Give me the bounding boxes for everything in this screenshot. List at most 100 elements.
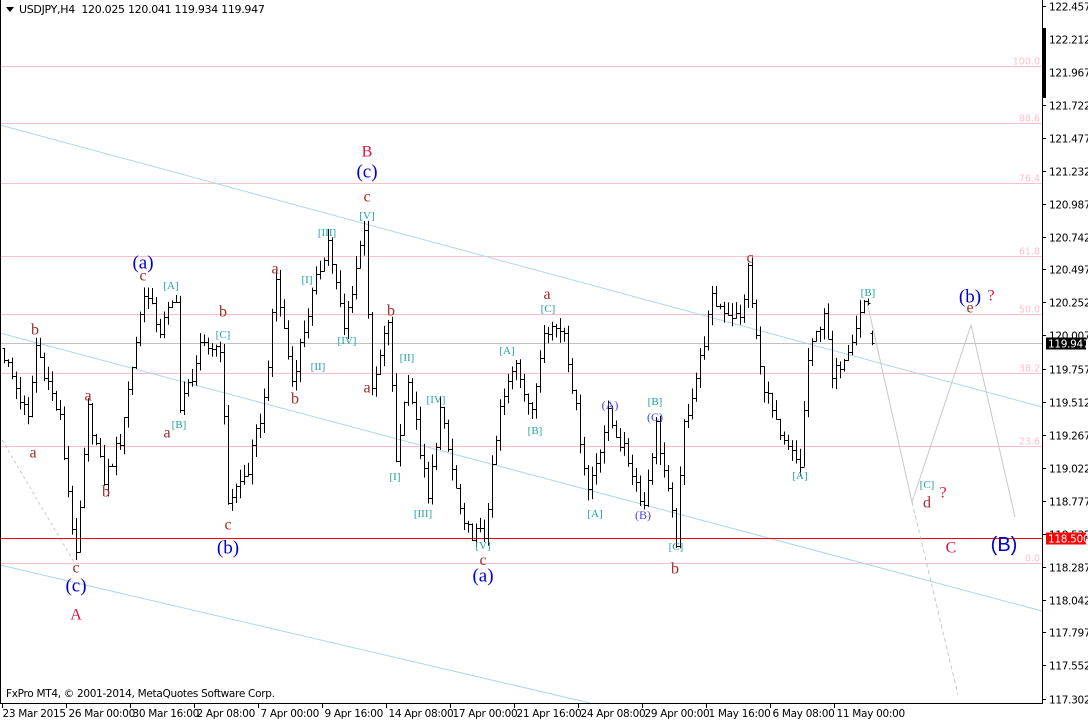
ohlc-bar — [502, 388, 507, 416]
wave-label-bracket: [B] — [528, 425, 543, 437]
fib-level-label: 100.0 — [1013, 57, 1040, 68]
price-tick-label: 120.742 — [1049, 233, 1088, 245]
ohlc-bar — [758, 326, 763, 375]
ohlc-bar — [54, 390, 59, 411]
ohlc-bar — [846, 345, 851, 361]
price-tick-label: 122.457 — [1049, 2, 1088, 14]
ohlc-bar — [66, 446, 71, 498]
ohlc-bar — [410, 378, 415, 405]
ohlc-bar — [614, 420, 619, 438]
ohlc-bar — [370, 312, 375, 396]
ohlc-bar — [294, 359, 299, 391]
ohlc-bar — [290, 346, 295, 387]
ohlc-bar — [166, 301, 171, 325]
ohlc-bar — [210, 343, 215, 357]
ohlc-bar — [102, 444, 107, 486]
ohlc-bar — [330, 237, 335, 274]
wave-label-major: B — [362, 144, 373, 161]
wave-label-bracket: [A] — [792, 470, 807, 482]
wave-label-paren: (c) — [356, 162, 377, 183]
ohlc-bar — [366, 220, 371, 319]
ohlc-bar — [274, 270, 279, 322]
ohlc-bar — [646, 469, 651, 507]
time-axis[interactable]: 23 Mar 2015 26 Mar 00:0030 Mar 16:002 Apr… — [2, 703, 905, 720]
time-tick-label: 1 May 16:00 — [709, 708, 771, 720]
ohlc-bar — [158, 318, 163, 339]
time-tick-label: 23 Mar 2015 — [3, 708, 66, 720]
ohlc-bar — [814, 330, 819, 342]
ohlc-bar — [266, 360, 271, 401]
ohlc-bar — [490, 455, 495, 518]
fib-level-label: 23.6 — [1019, 437, 1040, 448]
ohlc-bar — [634, 468, 639, 492]
ohlc-bar — [570, 358, 575, 394]
ohlc-bar — [718, 303, 723, 310]
wave-label-bracket: [A] — [499, 345, 514, 357]
ohlc-bar — [238, 469, 243, 499]
time-tick-label: 21 Apr 16:00 — [517, 708, 582, 720]
ohlc-bar — [714, 285, 719, 307]
ohlc-bar — [118, 434, 123, 450]
wave-label-minor: b — [102, 484, 110, 501]
ohlc-bar — [378, 349, 383, 375]
ohlc-bar — [38, 337, 43, 358]
price-chart[interactable]: 100.088.676.461.850.038.223.60.0 ababc(c… — [0, 0, 1088, 721]
ohlc-bar — [466, 520, 471, 533]
wave-label-bracket: [A] — [587, 508, 602, 520]
wave-label-minor: d — [923, 495, 931, 512]
ohlc-bar — [558, 318, 563, 343]
ohlc-bar — [346, 301, 351, 340]
ohlc-bar — [418, 406, 423, 460]
time-tick-label: 17 Apr 00:00 — [453, 708, 518, 720]
ohlc-bar — [546, 326, 551, 344]
ohlc-bar — [858, 300, 863, 338]
ohlc-bar — [218, 341, 223, 363]
ohlc-bar — [374, 366, 379, 397]
ohlc-bar — [86, 398, 91, 462]
ohlc-bar — [226, 404, 231, 505]
ohlc-bar — [590, 466, 595, 500]
time-tick-label: 11 May 00:00 — [837, 708, 905, 720]
wave-label-bracket: [C] — [669, 541, 684, 553]
projection-dashed-line — [911, 501, 959, 696]
ohlc-bar — [2, 347, 7, 364]
dropdown-triangle-icon[interactable] — [6, 7, 14, 12]
ohlc-bar — [426, 461, 431, 504]
ohlc-bar — [50, 371, 55, 401]
ohlc-bar — [14, 371, 19, 400]
wave-label-minor: a — [543, 286, 550, 303]
wave-label-major: A — [70, 607, 82, 624]
ohlc-bar — [134, 336, 139, 369]
dotted-trendline[interactable] — [1, 439, 75, 563]
ohlc-bar — [110, 463, 115, 467]
wave-label-paren: (a) — [472, 566, 493, 587]
wave-label-minor: c — [72, 560, 79, 577]
ohlc-bar — [30, 375, 35, 418]
ohlc-bar — [722, 301, 727, 323]
ohlc-bar — [334, 264, 339, 290]
ohlc-bar — [850, 334, 855, 356]
wave-label-smallparen: (A) — [602, 398, 619, 412]
chart-shift-marker[interactable] — [1043, 28, 1046, 98]
channel-lower-line[interactable] — [0, 564, 591, 704]
ohlc-bar — [130, 366, 135, 395]
ohlc-bar — [746, 262, 751, 309]
wave-label-minor: c — [363, 189, 370, 206]
ohlc-bar — [526, 393, 531, 415]
ohlc-bar — [306, 308, 311, 339]
price-tick-label: 120.497 — [1049, 265, 1088, 277]
wave-label-bracket: [V] — [475, 540, 490, 552]
ohlc-bar — [18, 376, 23, 410]
ohlc-bar — [286, 320, 291, 360]
ohlc-bar — [350, 286, 355, 314]
wave-label-bracket: [II] — [311, 361, 326, 373]
price-axis[interactable]: 122.457 122.212 121.967 121.722 121.477 121.2… — [1042, 2, 1088, 707]
time-tick-label: 30 Mar 16:00 — [133, 708, 200, 720]
ohlc-bar — [794, 440, 799, 464]
ohlc-bar — [566, 325, 571, 373]
trend-channels[interactable] — [0, 124, 1043, 704]
ohlc-bar — [662, 442, 667, 478]
ohlc-bar — [26, 397, 31, 425]
ohlc-bar — [550, 321, 555, 341]
price-tick-label: 121.477 — [1049, 134, 1088, 146]
